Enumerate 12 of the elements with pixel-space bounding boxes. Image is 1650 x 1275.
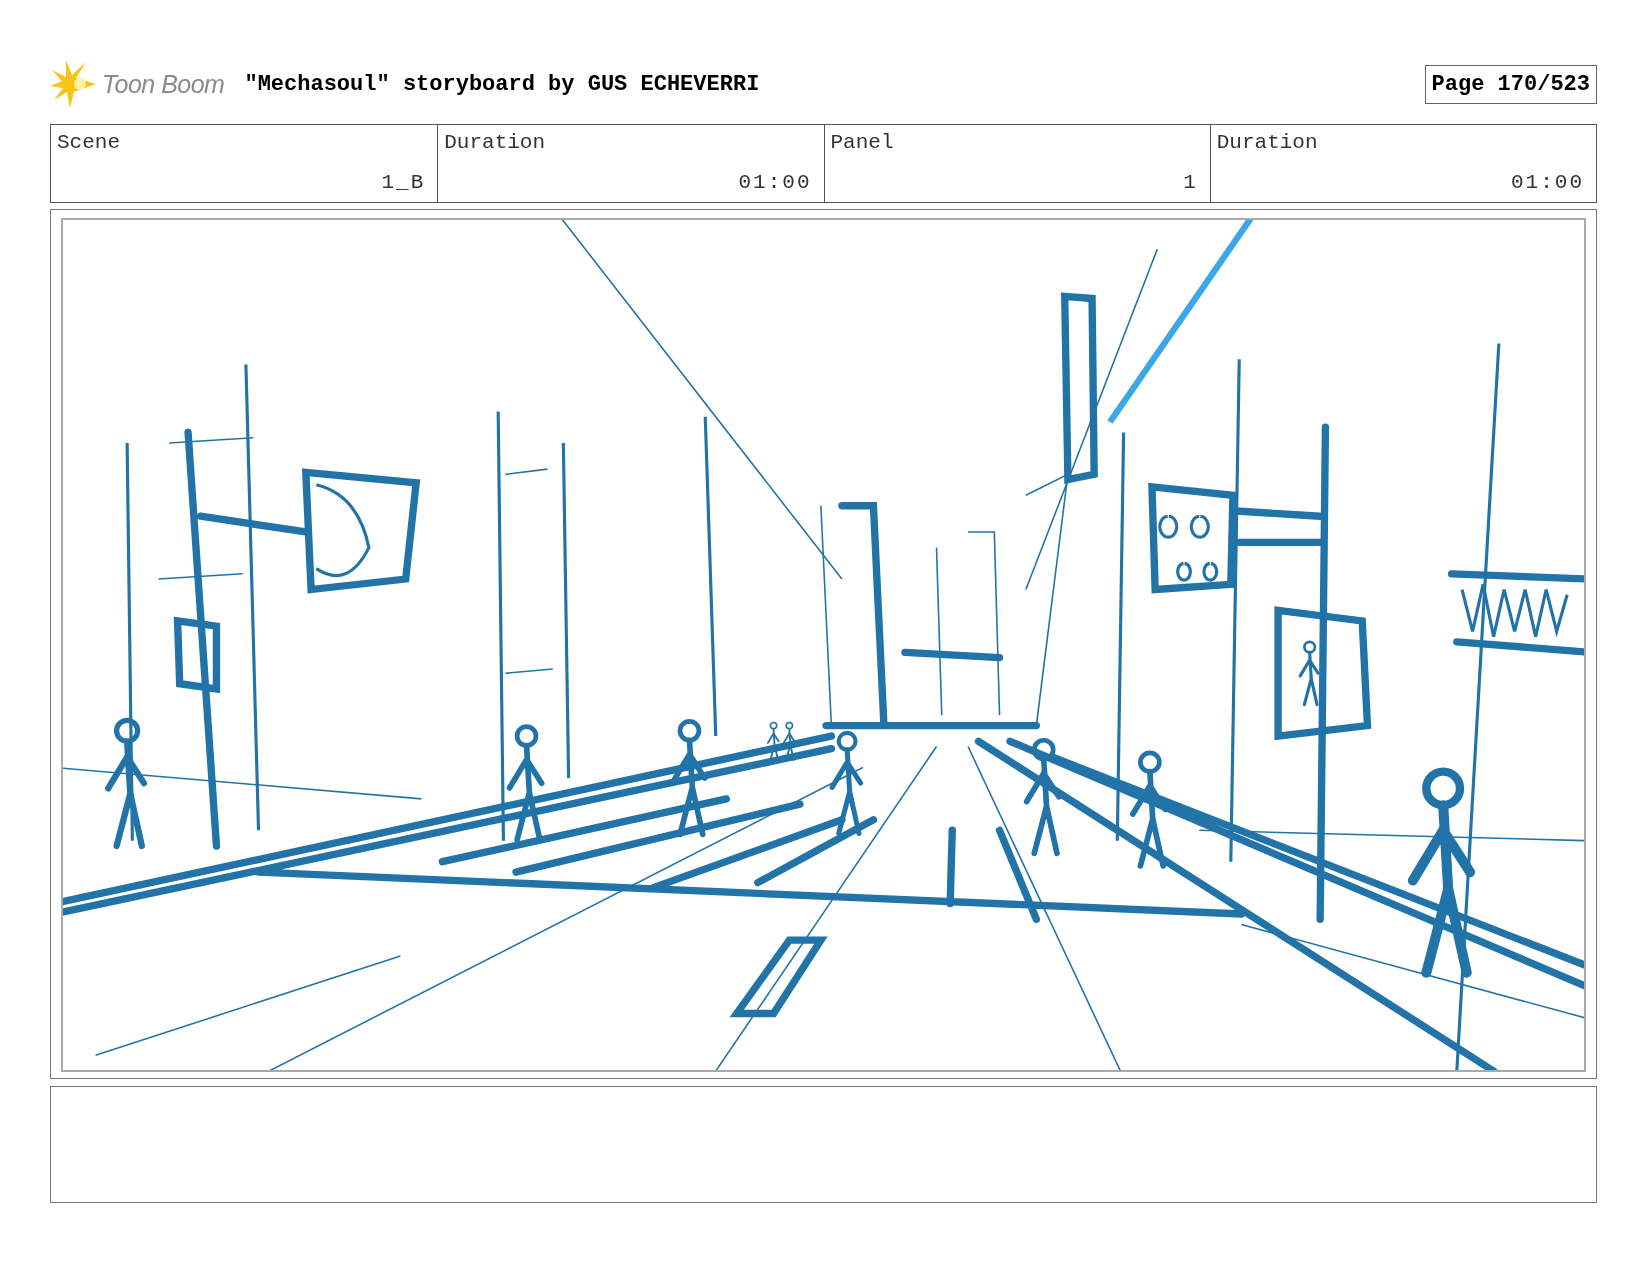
field-label: Panel [830,131,894,154]
field-value: 1_B [381,171,426,194]
page-number: Page 170/523 [1424,64,1597,104]
field-value: 1 [1183,171,1198,194]
field-label: Duration [444,131,546,154]
field-label: Duration [1216,131,1318,154]
storyboard-title: "Mechasoul" storyboard by GUS ECHEVERRI [244,71,760,97]
field-label: Scene [57,131,120,154]
starburst-logo-icon [50,60,98,108]
field-value: 01:00 [1511,171,1584,194]
field-value: 01:00 [738,171,812,194]
logo-wordmark: Toon Boom [102,69,225,99]
